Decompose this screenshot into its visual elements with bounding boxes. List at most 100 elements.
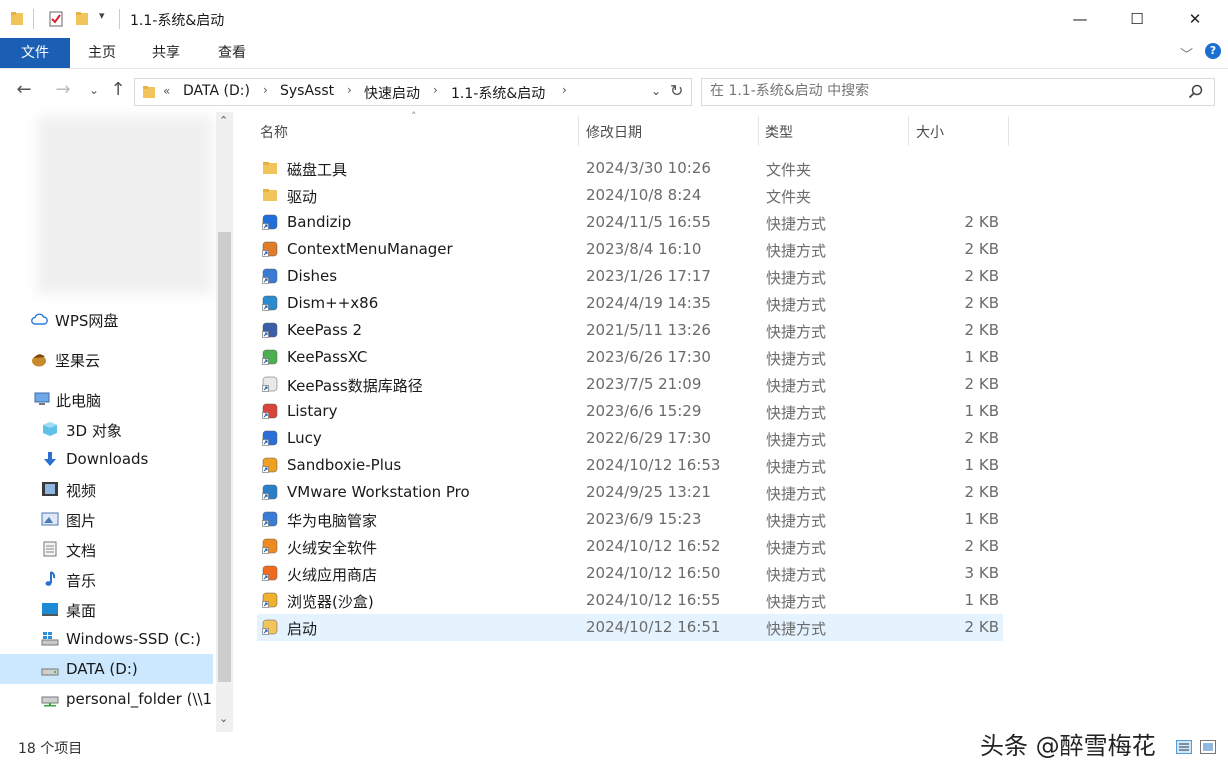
breadcrumb-quick-launch[interactable]: 快速启动: [364, 83, 420, 103]
nav-item-this-pc[interactable]: 此电脑: [0, 384, 213, 414]
network-drive-icon: [41, 696, 59, 707]
file-type: 快捷方式: [766, 215, 827, 233]
minimize-button[interactable]: —: [1057, 0, 1103, 38]
breadcrumb-data-drive[interactable]: DATA (D:): [183, 83, 250, 99]
search-box[interactable]: [701, 78, 1215, 106]
file-size: 2 KB: [964, 294, 999, 312]
up-arrow-icon[interactable]: ↑: [106, 79, 130, 100]
file-row[interactable]: Sandboxie-Plus 2024/10/12 16:53 快捷方式 1 KB: [257, 452, 1003, 479]
breadcrumb-separator-icon[interactable]: ›: [347, 83, 352, 97]
quick-access-dropdown-icon[interactable]: ▾: [99, 9, 105, 22]
file-row[interactable]: 磁盘工具 2024/3/30 10:26 文件夹: [257, 155, 1003, 182]
navigation-pane: WPS网盘 坚果云 此电脑 3D 对象 Downloads 视频 图片 文档 音…: [0, 112, 234, 732]
nav-item-desktop[interactable]: 桌面: [0, 594, 213, 624]
file-row[interactable]: 华为电脑管家 2023/6/9 15:23 快捷方式 1 KB: [257, 506, 1003, 533]
new-folder-icon[interactable]: [75, 10, 89, 27]
file-row[interactable]: VMware Workstation Pro 2024/9/25 13:21 快捷方…: [257, 479, 1003, 506]
nav-item-data-drive[interactable]: DATA (D:): [0, 654, 213, 684]
file-row[interactable]: 启动 2024/10/12 16:51 快捷方式 2 KB: [257, 614, 1003, 641]
column-header-size[interactable]: 大小: [916, 122, 944, 142]
file-row[interactable]: 火绒应用商店 2024/10/12 16:50 快捷方式 3 KB: [257, 560, 1003, 587]
forward-arrow-icon[interactable]: →: [51, 79, 75, 100]
column-divider[interactable]: [758, 116, 759, 146]
breadcrumb-separator-icon[interactable]: ›: [433, 83, 438, 97]
breadcrumb-current-folder[interactable]: 1.1-系统&启动: [451, 83, 545, 103]
file-modified-date: 2021/5/11 13:26: [586, 321, 711, 339]
title-bar: ▾ 1.1-系统&启动 — ☐ ✕: [0, 0, 1228, 38]
column-divider[interactable]: [578, 116, 579, 146]
file-type: 快捷方式: [766, 404, 827, 422]
file-size: 1 KB: [964, 591, 999, 609]
ribbon-expand-icon[interactable]: ﹀: [1180, 44, 1193, 63]
nav-item-wps-cloud[interactable]: WPS网盘: [0, 304, 213, 334]
nav-item-3d-objects[interactable]: 3D 对象: [0, 414, 213, 444]
file-type: 快捷方式: [766, 323, 827, 341]
refresh-icon[interactable]: ↻: [670, 81, 683, 100]
column-header-name[interactable]: 名称: [260, 122, 288, 142]
nav-item-windows-ssd[interactable]: Windows-SSD (C:): [0, 624, 213, 654]
file-row[interactable]: Dishes 2023/1/26 17:17 快捷方式 2 KB: [257, 263, 1003, 290]
file-row[interactable]: Lucy 2022/6/29 17:30 快捷方式 2 KB: [257, 425, 1003, 452]
file-row[interactable]: KeePass数据库路径 2023/7/5 21:09 快捷方式 2 KB: [257, 371, 1003, 398]
column-divider[interactable]: [908, 116, 909, 146]
file-row[interactable]: Listary 2023/6/6 15:29 快捷方式 1 KB: [257, 398, 1003, 425]
file-row[interactable]: Bandizip 2024/11/5 16:55 快捷方式 2 KB: [257, 209, 1003, 236]
tab-view[interactable]: 查看: [218, 38, 246, 68]
file-type: 快捷方式: [766, 620, 827, 638]
file-name: ContextMenuManager: [287, 240, 453, 258]
file-row[interactable]: KeePass 2 2021/5/11 13:26 快捷方式 2 KB: [257, 317, 1003, 344]
scroll-up-icon[interactable]: ⌃: [219, 114, 228, 127]
address-dropdown-icon[interactable]: ⌄: [651, 84, 661, 98]
file-name: KeePassXC: [287, 348, 368, 366]
file-type: 快捷方式: [766, 593, 827, 611]
file-type: 文件夹: [766, 188, 812, 206]
tab-home[interactable]: 主页: [88, 38, 116, 68]
breadcrumb-separator-icon[interactable]: ›: [562, 83, 567, 97]
nav-item-documents[interactable]: 文档: [0, 534, 213, 564]
address-bar[interactable]: « DATA (D:) › SysAsst › 快速启动 › 1.1-系统&启动…: [134, 78, 692, 106]
nav-item-downloads[interactable]: Downloads: [0, 444, 213, 474]
file-row[interactable]: 火绒安全软件 2024/10/12 16:52 快捷方式 2 KB: [257, 533, 1003, 560]
file-type: 快捷方式: [766, 350, 827, 368]
file-row[interactable]: 驱动 2024/10/8 8:24 文件夹: [257, 182, 1003, 209]
nav-item-music[interactable]: 音乐: [0, 564, 213, 594]
column-header-type[interactable]: 类型: [765, 122, 793, 142]
file-type: 文件夹: [766, 161, 812, 179]
properties-icon[interactable]: [49, 10, 63, 27]
file-row[interactable]: 浏览器(沙盒) 2024/10/12 16:55 快捷方式 1 KB: [257, 587, 1003, 614]
file-modified-date: 2024/10/12 16:51: [586, 618, 721, 636]
back-arrow-icon[interactable]: ←: [12, 79, 36, 100]
tab-share[interactable]: 共享: [152, 38, 180, 68]
large-icons-view-icon[interactable]: [1200, 740, 1216, 754]
details-view-icon[interactable]: [1176, 740, 1192, 754]
column-divider[interactable]: [1008, 116, 1009, 146]
scroll-thumb[interactable]: [218, 232, 231, 682]
search-icon[interactable]: [1188, 84, 1203, 99]
help-icon[interactable]: ?: [1205, 43, 1221, 59]
file-name: Dism++x86: [287, 294, 379, 312]
nav-item-videos[interactable]: 视频: [0, 474, 213, 504]
file-type: 快捷方式: [766, 512, 827, 530]
column-header-date[interactable]: 修改日期: [586, 122, 642, 142]
close-button[interactable]: ✕: [1172, 0, 1218, 38]
breadcrumb-overflow[interactable]: «: [163, 84, 170, 98]
file-row[interactable]: Dism++x86 2024/4/19 14:35 快捷方式 2 KB: [257, 290, 1003, 317]
nav-item-jianguoyun[interactable]: 坚果云: [0, 344, 213, 374]
file-row[interactable]: KeePassXC 2023/6/26 17:30 快捷方式 1 KB: [257, 344, 1003, 371]
search-input[interactable]: [710, 83, 1180, 99]
maximize-button[interactable]: ☐: [1114, 0, 1160, 38]
file-name: Dishes: [287, 267, 338, 285]
nav-scrollbar[interactable]: ⌃ ⌄: [216, 112, 233, 732]
file-row[interactable]: ContextMenuManager 2023/8/4 16:10 快捷方式 2 KB: [257, 236, 1003, 263]
lucy-icon: [262, 430, 278, 446]
tab-file[interactable]: 文件: [0, 38, 70, 68]
status-bar: 18 个项目 头条 @醉雪梅花: [0, 732, 1228, 762]
breadcrumb-sysasst[interactable]: SysAsst: [280, 83, 334, 99]
scroll-down-icon[interactable]: ⌄: [219, 712, 228, 725]
drive-icon: [41, 668, 59, 676]
nav-item-personal-folder[interactable]: personal_folder (\\10: [0, 684, 213, 714]
breadcrumb-separator-icon[interactable]: ›: [263, 83, 268, 97]
recent-locations-icon[interactable]: ⌄: [82, 83, 106, 97]
file-size: 3 KB: [964, 564, 999, 582]
nav-item-pictures[interactable]: 图片: [0, 504, 213, 534]
